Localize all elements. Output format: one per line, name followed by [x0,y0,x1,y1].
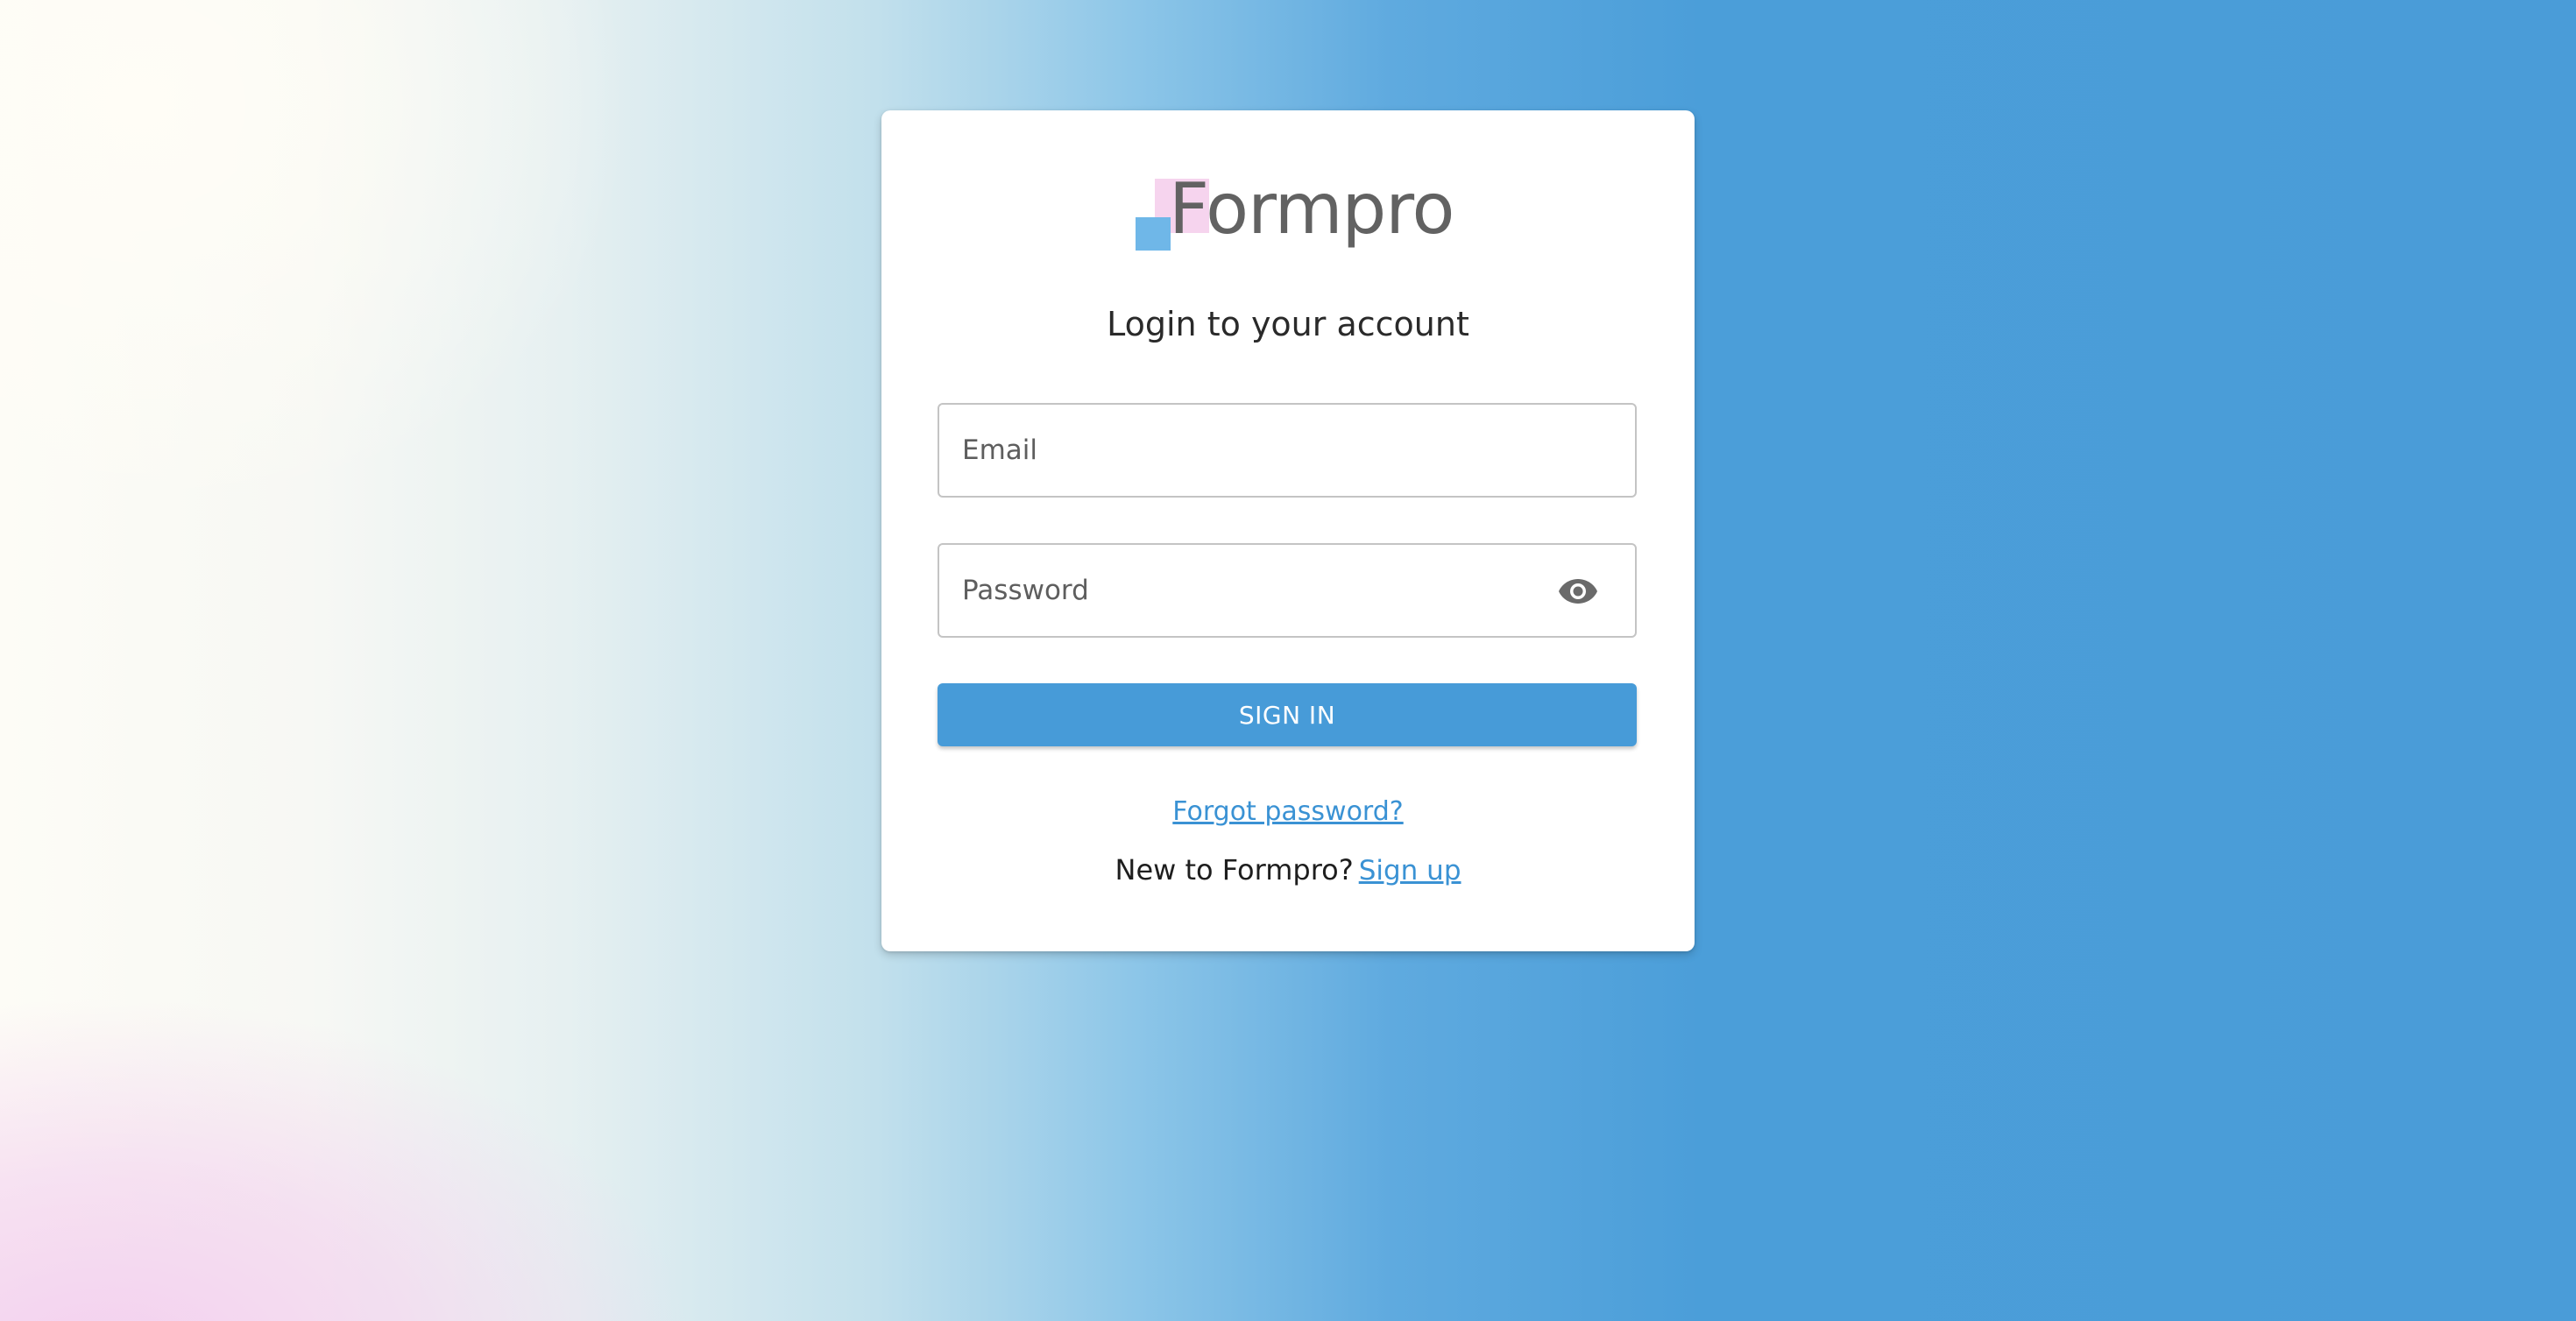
signup-prompt: New to Formpro? [1115,853,1354,887]
logo-mark-blue-square [1136,217,1171,251]
password-input[interactable] [962,545,1523,636]
page-title: Login to your account [1107,305,1469,343]
formpro-logo: Formpro [1136,168,1454,268]
email-input[interactable] [962,405,1523,496]
email-field[interactable] [938,403,1637,498]
sign-in-button[interactable]: SIGN IN [938,683,1637,746]
logo-wordmark: Formpro [1169,168,1454,250]
signup-row: New to Formpro? Sign up [881,853,1695,887]
forgot-password-link[interactable]: Forgot password? [1172,796,1403,827]
forgot-password-row: Forgot password? [881,796,1695,827]
eye-icon[interactable] [1558,576,1598,606]
sign-up-link[interactable]: Sign up [1359,855,1461,887]
password-field[interactable] [938,543,1637,638]
login-card: Formpro Login to your account SIGN IN Fo… [881,110,1695,951]
login-page: { "brand": { "name": "Formpro", "colors"… [0,0,2576,1321]
